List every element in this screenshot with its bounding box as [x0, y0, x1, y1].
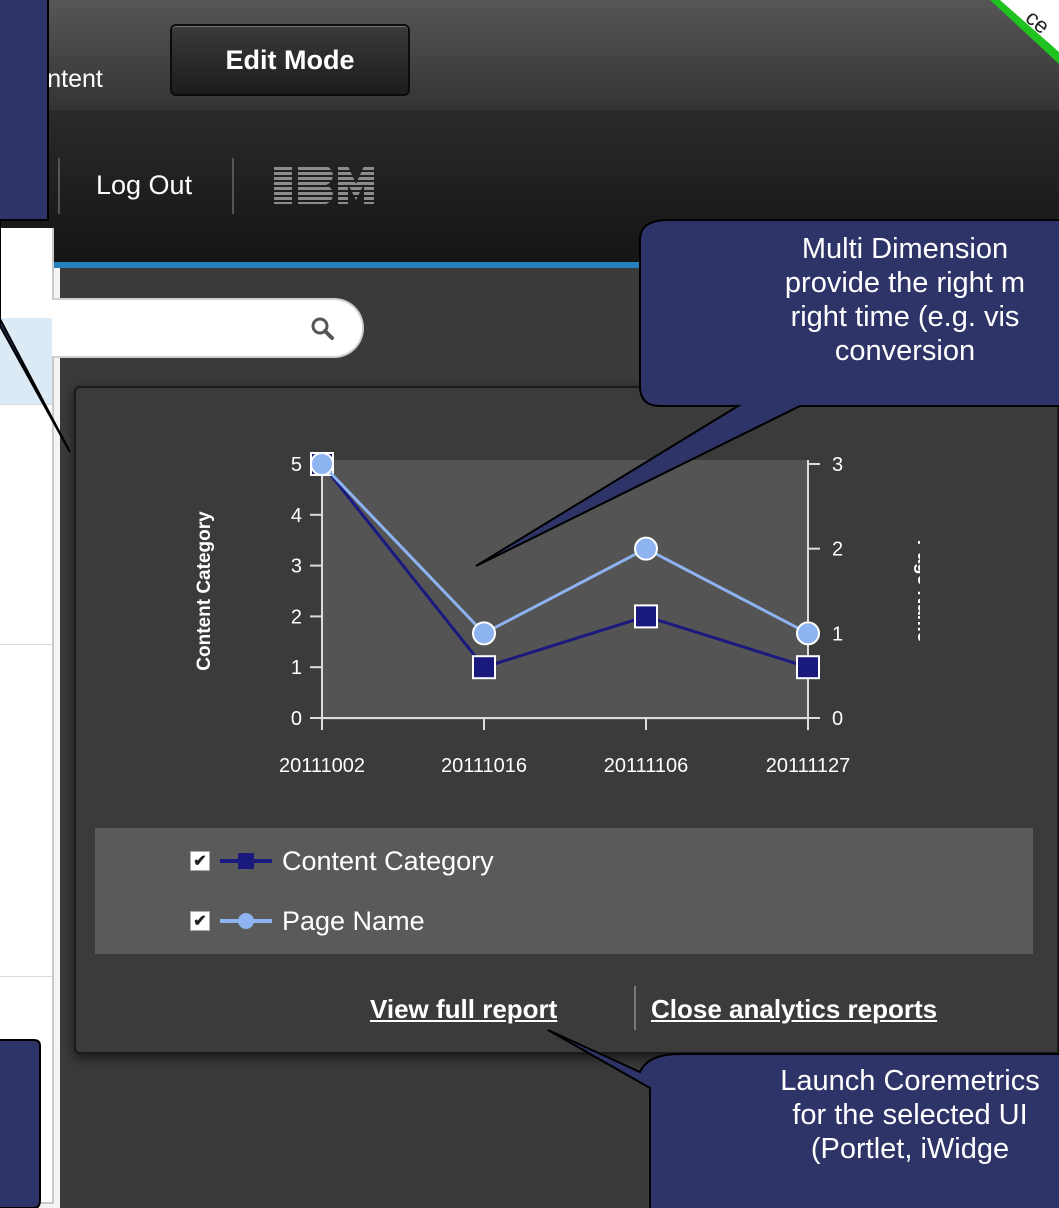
callout-line: conversion	[834, 335, 976, 367]
callout-coremetrics-text: Launch Coremetrics for the selected UI (…	[650, 1064, 1059, 1166]
callout-line: Launch Coremetrics	[780, 1065, 1040, 1097]
callout-left-top	[0, 0, 71, 453]
callout-shapes	[0, 0, 1059, 1208]
callout-line: for the selected UI	[792, 1099, 1028, 1131]
callout-left-bottom	[0, 1039, 41, 1208]
callout-line: provide the right m	[784, 267, 1026, 299]
callout-line: Multi Dimension	[801, 233, 1009, 265]
callout-line: right time (e.g. vis	[790, 301, 1020, 333]
callout-dimension-text: Multi Dimension provide the right m righ…	[640, 232, 1059, 368]
corner-badge: ce	[990, 0, 1059, 64]
callout-line: (Portlet, iWidge	[810, 1133, 1010, 1165]
